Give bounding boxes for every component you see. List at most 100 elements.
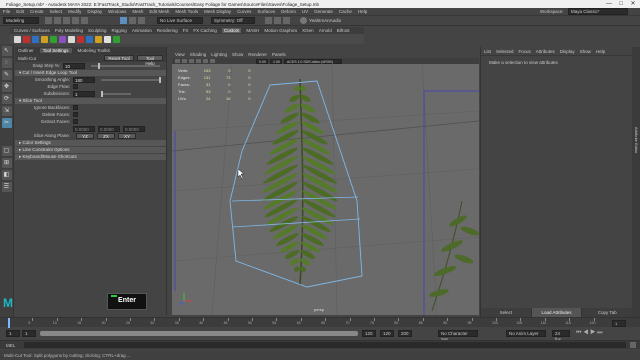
gamma-field[interactable]: 1.00 — [270, 58, 282, 64]
menu-file[interactable]: File — [3, 9, 10, 14]
menu-mesh-display[interactable]: Mesh Display — [204, 9, 231, 14]
edge-flow-checkbox[interactable] — [73, 84, 78, 89]
paint-select-icon[interactable]: ✎ — [1, 70, 12, 80]
snap-grid-icon[interactable] — [120, 17, 127, 24]
viewport-menu-renderer[interactable]: Renderer — [248, 52, 267, 57]
reset-tool-button[interactable]: Reset Tool — [104, 55, 134, 61]
smoothing-angle-slider[interactable] — [101, 76, 161, 83]
shelf-tab-rendering[interactable]: Rendering — [157, 28, 178, 33]
command-input[interactable] — [24, 342, 626, 348]
inner-start-field[interactable]: 1 — [22, 330, 36, 337]
redo-icon[interactable] — [81, 17, 88, 24]
live-surface-field[interactable]: No Live Surface — [157, 17, 203, 24]
viewport-menu-lighting[interactable]: Lighting — [211, 52, 227, 57]
delete-faces-checkbox[interactable] — [73, 112, 78, 117]
tab-tool-settings[interactable]: Tool Settings — [39, 48, 72, 53]
layout-side-icon[interactable]: ◧ — [1, 170, 12, 180]
rotate-tool-icon[interactable]: ⟳ — [1, 94, 12, 104]
attr-menu-display[interactable]: Display — [560, 49, 575, 54]
menu-display[interactable]: Display — [87, 9, 102, 14]
user-icon[interactable] — [300, 17, 307, 24]
menu-help[interactable]: Help — [358, 9, 367, 14]
shelf-tool-icon[interactable] — [77, 35, 84, 43]
outliner-layout-icon[interactable]: ☰ — [1, 182, 12, 192]
shelf-tool-icon[interactable] — [104, 35, 111, 43]
time-slider[interactable]: 5 10 15 20 25 30 35 40 45 50 55 60 65 70 75 80 85 90 95 100… — [0, 317, 640, 328]
smoothing-angle-field[interactable]: 180 — [73, 76, 95, 83]
plane-xy-button[interactable]: XY — [118, 132, 136, 139]
extract-z-field[interactable]: 0.0000 — [123, 125, 145, 132]
subdivisions-slider[interactable] — [101, 90, 131, 97]
render-icon[interactable] — [265, 17, 272, 24]
open-scene-icon[interactable] — [54, 17, 61, 24]
menu-edit-mesh[interactable]: Edit Mesh — [149, 9, 169, 14]
maximize-button[interactable]: □ — [615, 0, 627, 8]
layout-single-icon[interactable]: ▢ — [1, 146, 12, 156]
shelf-tab-mash[interactable]: MASH — [246, 28, 259, 33]
new-scene-icon[interactable] — [45, 17, 52, 24]
menu-generate[interactable]: Generate — [314, 9, 333, 14]
section-line-constraint[interactable]: Line Constraint Options — [15, 147, 166, 153]
mode-dropdown[interactable]: Modeling — [3, 17, 39, 24]
shelf-tool-icon[interactable] — [95, 35, 102, 43]
snap-step-slider[interactable] — [91, 62, 160, 69]
menu-surfaces[interactable]: Surfaces — [257, 9, 275, 14]
menu-uv[interactable]: UV — [302, 9, 308, 14]
section-color-settings[interactable]: Color Settings — [15, 140, 166, 146]
snap-point-icon[interactable] — [138, 17, 145, 24]
copy-tab-button[interactable]: Copy Tab — [582, 308, 634, 317]
load-attributes-button[interactable]: Load Attributes — [531, 308, 583, 317]
menu-curves[interactable]: Curves — [237, 9, 251, 14]
close-button[interactable]: ✕ — [627, 0, 639, 8]
viewport-menu-shading[interactable]: Shading — [190, 52, 207, 57]
tab-outliner[interactable]: Outliner — [18, 48, 34, 53]
snap-curve-icon[interactable] — [129, 17, 136, 24]
shelf-tool-icon[interactable] — [86, 35, 93, 43]
end2-frame-field[interactable]: 200 — [398, 330, 412, 337]
start-frame-field[interactable]: 1 — [6, 330, 20, 337]
shelf-tab-rigging[interactable]: Rigging — [112, 28, 127, 33]
shelf-tab-sculpting[interactable]: Sculpting — [88, 28, 107, 33]
select-button[interactable]: Select — [481, 308, 532, 317]
shelf-tab-animation[interactable]: Animation — [132, 28, 152, 33]
menu-edit[interactable]: Edit — [16, 9, 24, 14]
camera-icon[interactable] — [175, 59, 180, 63]
extract-faces-checkbox[interactable] — [73, 119, 78, 124]
plane-yz-button[interactable]: YZ — [76, 132, 94, 139]
workspace-dropdown[interactable]: Maya Classic* — [568, 8, 628, 15]
menu-cache[interactable]: Cache — [339, 9, 352, 14]
attribute-editor-side-tab[interactable]: Attribute Editor — [632, 47, 640, 317]
range-bar[interactable] — [40, 331, 358, 336]
lasso-tool-icon[interactable]: ◌ — [1, 58, 12, 68]
shelf-tool-icon[interactable] — [50, 35, 57, 43]
attr-menu-list[interactable]: List — [484, 49, 491, 54]
minimize-button[interactable]: — — [603, 0, 615, 8]
shelf-tab-custom[interactable]: Custom — [221, 28, 242, 33]
extract-x-field[interactable]: 0.0000 — [73, 125, 95, 132]
tab-modeling-toolkit[interactable]: Modeling Toolkit — [78, 48, 110, 53]
shelf-tool-icon[interactable] — [32, 35, 39, 43]
smooth-shade-icon[interactable] — [196, 59, 201, 63]
shelf-tool-icon[interactable] — [68, 35, 75, 43]
playback-controls-icon[interactable]: ⏮ ◀ ▶ ⏭ — [576, 330, 603, 337]
plane-zx-button[interactable]: ZX — [97, 132, 115, 139]
attr-menu-show[interactable]: Show — [580, 49, 591, 54]
snap-step-field[interactable]: 10 — [63, 62, 85, 69]
command-lang-label[interactable]: MEL — [0, 343, 24, 348]
undo-icon[interactable] — [72, 17, 79, 24]
symmetry-dropdown[interactable]: Symmetry: Off — [211, 17, 255, 24]
shelf-tab-poly-modeling[interactable]: Poly Modeling — [55, 28, 83, 33]
subdivisions-field[interactable]: 1 — [73, 90, 95, 97]
menu-create[interactable]: Create — [30, 9, 44, 14]
extract-y-field[interactable]: 0.0000 — [98, 125, 120, 132]
ignore-backfaces-checkbox[interactable] — [73, 105, 78, 110]
isolate-select-icon[interactable] — [210, 59, 215, 63]
shelf-tool-icon[interactable] — [113, 35, 120, 43]
scale-tool-icon[interactable]: ⇲ — [1, 106, 12, 116]
attr-menu-help[interactable]: Help — [596, 49, 605, 54]
attr-menu-selected[interactable]: Selected — [496, 49, 514, 54]
shelf-tab-curves-surfaces[interactable]: Curves / Surfaces — [14, 28, 50, 33]
shelf-tab-fx-caching[interactable]: FX Caching — [193, 28, 217, 33]
menu-mesh-tools[interactable]: Mesh Tools — [175, 9, 198, 14]
shelf-tool-icon[interactable] — [59, 35, 66, 43]
